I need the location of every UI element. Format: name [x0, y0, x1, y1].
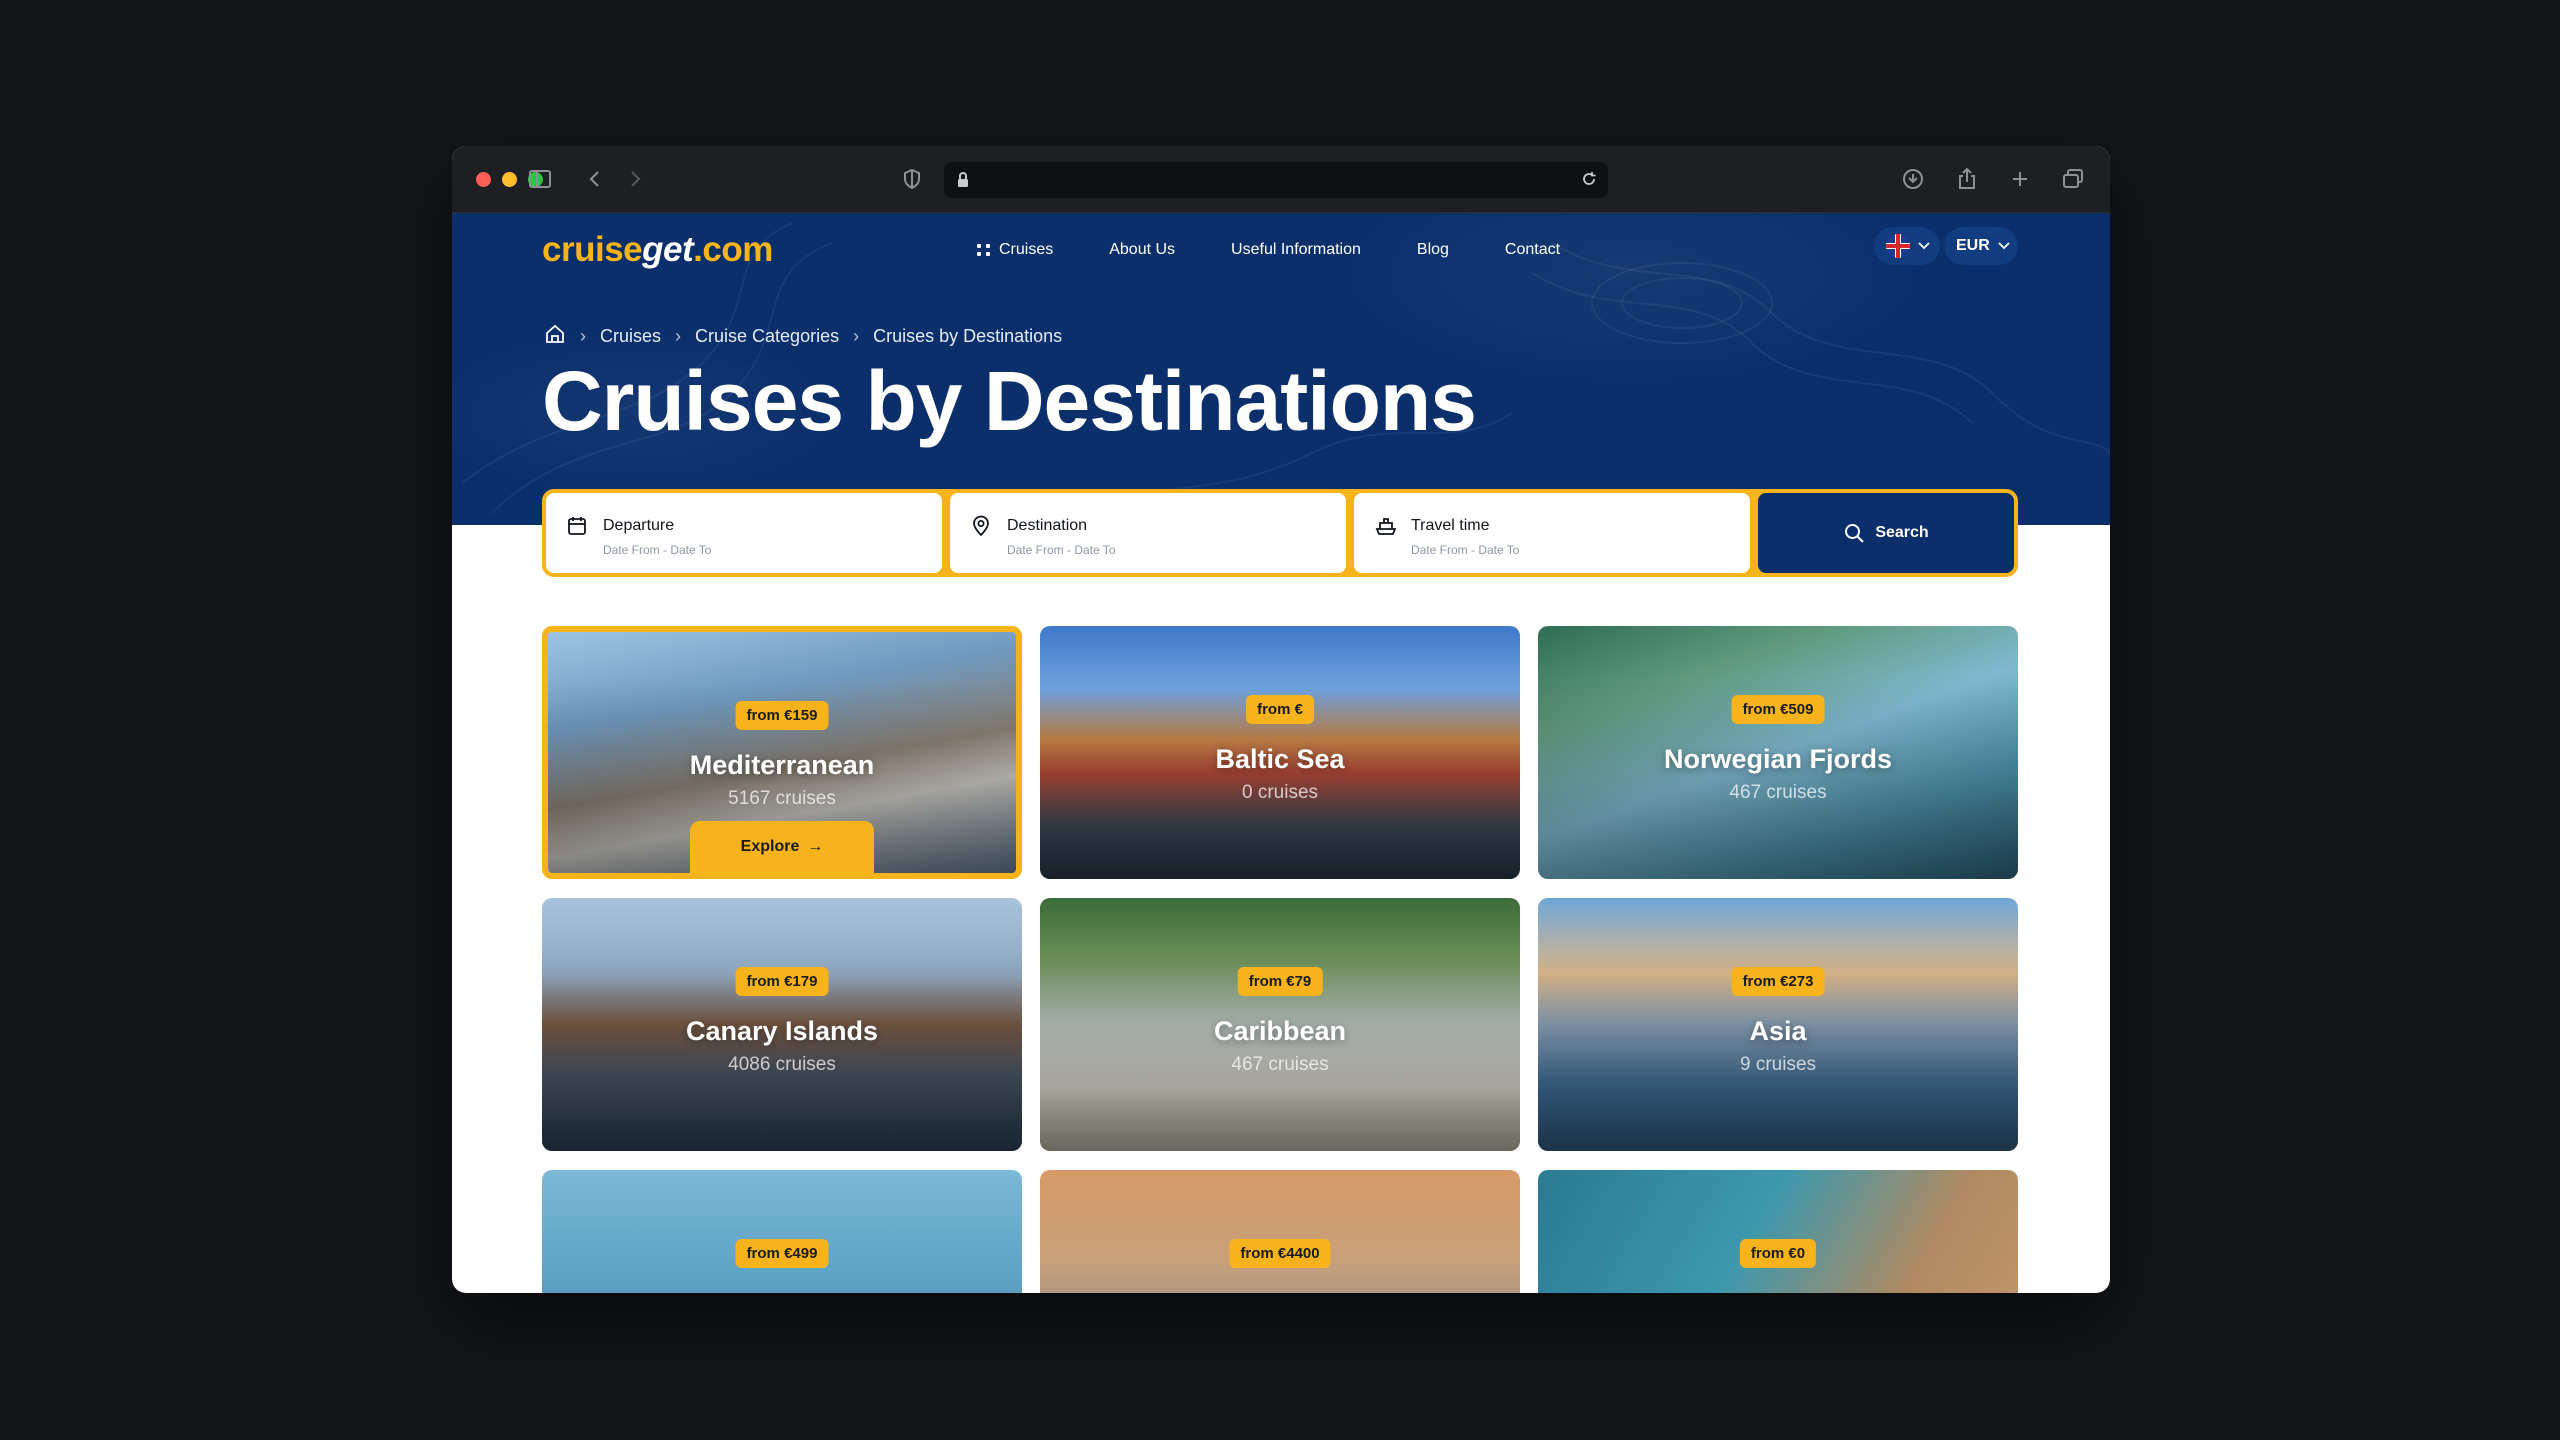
new-tab-icon[interactable]: [2005, 164, 2035, 194]
tab-overview-icon[interactable]: [2058, 164, 2088, 194]
search-icon: [1845, 524, 1865, 543]
chevron-down-icon: [1998, 242, 2010, 250]
destination-label: Destination: [1007, 517, 1088, 534]
destination-name: Baltic Sea: [1215, 744, 1345, 774]
destination-image: [542, 1170, 1022, 1293]
nav-useful-label: Useful Information: [1231, 241, 1361, 258]
destination-name: Caribbean: [1213, 1016, 1347, 1046]
close-window-button[interactable]: [476, 172, 491, 187]
cruise-count: 0 cruises: [1241, 782, 1319, 803]
forward-icon[interactable]: [620, 164, 650, 194]
destination-card-cruise-ship[interactable]: from €4400: [1040, 1170, 1520, 1293]
address-bar[interactable]: [944, 162, 1608, 198]
destination-card-norwegian-fjords[interactable]: from €509 Norwegian Fjords 467 cruises: [1538, 626, 2018, 879]
back-icon[interactable]: [580, 164, 610, 194]
destination-card-canary-islands[interactable]: from €179 Canary Islands 4086 cruises: [542, 898, 1022, 1151]
price-badge: from €79: [1237, 967, 1323, 996]
chevron-right-icon: ›: [580, 326, 586, 346]
destination-name: Asia: [1749, 1016, 1807, 1046]
departure-label: Departure: [603, 517, 675, 534]
chevron-right-icon: ›: [675, 326, 682, 346]
main-nav: Cruises About Us Useful Information Blog…: [977, 241, 1616, 259]
destination-image: [1538, 1170, 2018, 1293]
currency-selector[interactable]: EUR: [1944, 227, 2018, 265]
travel-time-field[interactable]: Travel time Date From - Date To: [1354, 493, 1750, 573]
destination-placeholder: Date From - Date To: [1007, 543, 1116, 557]
chevron-right-icon: ›: [853, 326, 860, 346]
grid-icon: [977, 244, 991, 256]
chevron-down-icon: [1918, 242, 1930, 250]
language-selector[interactable]: [1874, 227, 1940, 265]
breadcrumb-cruises[interactable]: Cruises: [600, 326, 661, 347]
reload-icon[interactable]: [1580, 170, 1598, 193]
nav-blog-label: Blog: [1416, 241, 1449, 258]
nav-about-us[interactable]: About Us: [1109, 241, 1175, 259]
page-title: Cruises by Destinations: [542, 354, 1477, 448]
search-button-label: Search: [1875, 524, 1929, 541]
destination-card-caribbean[interactable]: from €79 Caribbean 467 cruises: [1040, 898, 1520, 1151]
travel-time-placeholder: Date From - Date To: [1411, 543, 1520, 557]
destination-name: Mediterranean: [689, 750, 875, 780]
destination-name: Norwegian Fjords: [1663, 744, 1893, 774]
download-icon[interactable]: [1898, 164, 1928, 194]
nav-cruises-label: Cruises: [999, 241, 1054, 258]
nav-blog[interactable]: Blog: [1417, 241, 1449, 259]
cruise-count: 467 cruises: [1231, 1054, 1329, 1075]
cruise-count: 5167 cruises: [728, 788, 836, 809]
share-icon[interactable]: [1952, 164, 1982, 194]
site-logo[interactable]: cruiseget.com: [542, 230, 773, 270]
cruise-count: 9 cruises: [1739, 1054, 1817, 1075]
destination-card-group-cruise[interactable]: from €0: [1538, 1170, 2018, 1293]
nav-contact-label: Contact: [1504, 241, 1561, 258]
hero-section: cruiseget.com Cruises About Us Useful In…: [452, 213, 2110, 525]
explore-label: Explore: [740, 838, 800, 855]
breadcrumb-cruise-categories[interactable]: Cruise Categories: [695, 326, 839, 347]
price-badge: from €4400: [1229, 1239, 1331, 1268]
search-button[interactable]: Search: [1758, 493, 2014, 573]
destination-card-dubai[interactable]: from €499: [542, 1170, 1022, 1293]
price-badge: from €159: [735, 701, 829, 730]
cruise-count: 467 cruises: [1729, 782, 1827, 803]
destination-card-baltic-sea[interactable]: from € Baltic Sea 0 cruises: [1040, 626, 1520, 879]
location-pin-icon: [970, 515, 992, 542]
breadcrumb-current: Cruises by Destinations: [873, 326, 1063, 346]
ship-icon: [1374, 515, 1398, 542]
nav-about-label: About Us: [1109, 241, 1176, 258]
nav-contact[interactable]: Contact: [1505, 241, 1560, 259]
home-icon[interactable]: [544, 323, 566, 350]
destination-image: [1040, 1170, 1520, 1293]
destination-card-asia[interactable]: from €273 Asia 9 cruises: [1538, 898, 2018, 1151]
breadcrumb: › Cruises › Cruise Categories › Cruises …: [544, 323, 1062, 350]
explore-button[interactable]: Explore →: [690, 821, 874, 873]
destination-field[interactable]: Destination Date From - Date To: [950, 493, 1346, 573]
price-badge: from €509: [1731, 695, 1825, 724]
price-badge: from €0: [1739, 1239, 1817, 1268]
price-badge: from €273: [1731, 967, 1825, 996]
currency-label: EUR: [1956, 237, 1990, 254]
destination-name: Canary Islands: [685, 1016, 879, 1046]
minimize-window-button[interactable]: [502, 172, 517, 187]
browser-toolbar: [452, 146, 2110, 213]
departure-field[interactable]: Departure Date From - Date To: [546, 493, 942, 573]
travel-time-label: Travel time: [1411, 517, 1490, 534]
uk-flag-icon: [1886, 234, 1910, 258]
nav-useful-information[interactable]: Useful Information: [1231, 241, 1361, 259]
privacy-shield-icon[interactable]: [897, 164, 927, 194]
price-badge: from €179: [735, 967, 829, 996]
destination-card-mediterranean[interactable]: from €159 Mediterranean 5167 cruises Exp…: [542, 626, 1022, 879]
sidebar-toggle-icon[interactable]: [525, 164, 555, 194]
cruise-count: 4086 cruises: [728, 1054, 836, 1075]
lock-icon: [956, 171, 970, 194]
search-bar: Departure Date From - Date To Destinatio…: [542, 489, 2018, 577]
price-badge: from €: [1246, 695, 1314, 724]
price-badge: from €499: [735, 1239, 829, 1268]
departure-placeholder: Date From - Date To: [603, 543, 712, 557]
arrow-right-icon: →: [807, 838, 824, 855]
nav-cruises[interactable]: Cruises: [977, 241, 1053, 259]
calendar-icon: [566, 515, 588, 542]
browser-window: cruiseget.com Cruises About Us Useful In…: [452, 146, 2110, 1293]
